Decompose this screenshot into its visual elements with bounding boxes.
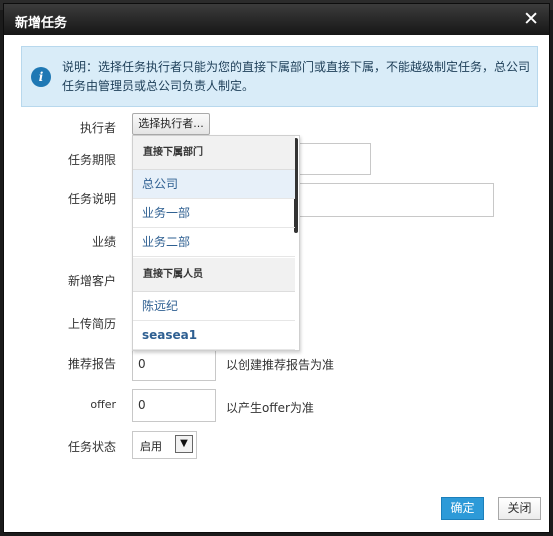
upload-resume-label: 上传简历: [67, 317, 116, 331]
task-status-select[interactable]: 启用 ▼: [132, 431, 197, 459]
executor-dropdown: 直接下属部门 总公司 业务一部 业务二部 直接下属人员 陈远纪 seasea1: [132, 135, 300, 351]
dropdown-item-staff[interactable]: seasea1: [133, 321, 295, 350]
task-status-label: 任务状态: [67, 440, 116, 454]
recommend-report-hint: 以创建推荐报告为准: [226, 358, 335, 372]
new-customer-label: 新增客户: [67, 274, 116, 288]
period-input[interactable]: [296, 143, 371, 175]
performance-label: 业绩: [91, 235, 116, 249]
dialog-title: 新增任务: [15, 16, 68, 31]
executor-label: 执行者: [79, 121, 116, 135]
offer-input[interactable]: 0: [132, 389, 216, 422]
confirm-button[interactable]: 确定: [441, 497, 484, 520]
dropdown-item-dept[interactable]: 业务二部: [133, 228, 295, 257]
dropdown-item-dept[interactable]: 总公司: [133, 170, 295, 199]
description-label: 任务说明: [67, 192, 116, 206]
period-label: 任务期限: [67, 153, 116, 167]
offer-hint: 以产生offer为准: [226, 401, 314, 415]
close-icon[interactable]: ✕: [523, 8, 539, 30]
notice-text: 说明：选择任务执行者只能为您的直接下属部门或直接下属，不能越级制定任务，总公司任…: [62, 60, 531, 93]
recommend-report-input[interactable]: 0: [132, 347, 216, 381]
close-button[interactable]: 关闭: [498, 497, 541, 520]
info-icon: i: [31, 67, 51, 87]
notice-box: i 说明：选择任务执行者只能为您的直接下属部门或直接下属，不能越级制定任务，总公…: [21, 46, 538, 107]
recommend-report-label: 推荐报告: [67, 357, 116, 371]
dialog-titlebar: 新增任务 ✕: [4, 4, 549, 35]
chevron-down-icon[interactable]: ▼: [175, 435, 193, 453]
task-status-value: 启用: [140, 440, 162, 453]
dropdown-item-dept[interactable]: 业务一部: [133, 199, 295, 228]
description-input[interactable]: [296, 183, 494, 217]
staff-group-header: 直接下属人员: [133, 258, 295, 292]
select-executor-button[interactable]: 选择执行者...: [132, 113, 210, 135]
offer-label: offer: [90, 398, 116, 411]
dropdown-item-staff[interactable]: 陈远纪: [133, 292, 295, 321]
dept-group-header: 直接下属部门: [133, 136, 295, 170]
new-task-dialog: 新增任务 ✕ i 说明：选择任务执行者只能为您的直接下属部门或直接下属，不能越级…: [3, 3, 550, 533]
